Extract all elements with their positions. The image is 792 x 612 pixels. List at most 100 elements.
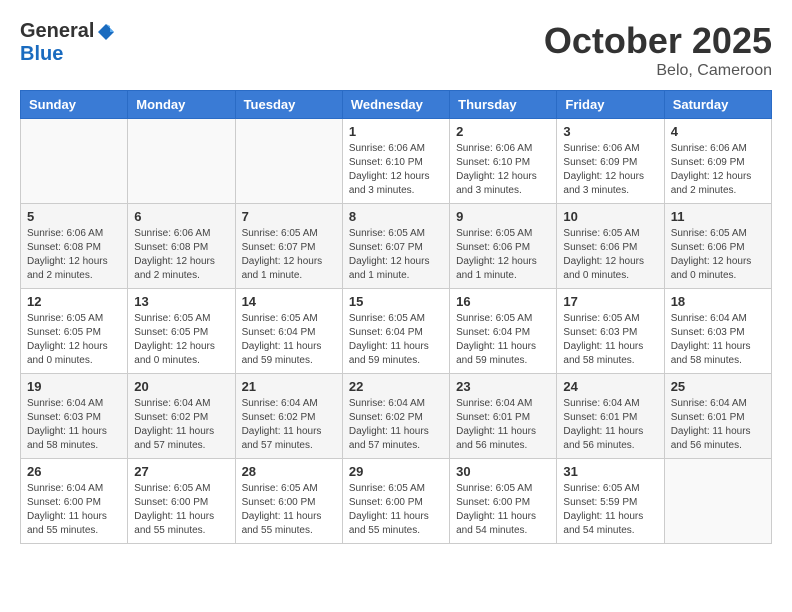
month-title: October 2025 Belo, Cameroon (544, 20, 772, 80)
day-info: Sunrise: 6:04 AM Sunset: 6:03 PM Dayligh… (671, 312, 765, 368)
logo-blue: Blue (20, 43, 63, 66)
day-number: 6 (134, 209, 228, 224)
day-number: 1 (349, 124, 443, 139)
day-number: 8 (349, 209, 443, 224)
calendar-cell: 17 Sunrise: 6:05 AM Sunset: 6:03 PM Dayli… (557, 289, 664, 374)
calendar-header-tuesday: Tuesday (235, 91, 342, 119)
day-number: 21 (242, 379, 336, 394)
day-number: 17 (563, 294, 657, 309)
calendar-header-saturday: Saturday (664, 91, 771, 119)
day-info: Sunrise: 6:05 AM Sunset: 6:05 PM Dayligh… (27, 312, 121, 368)
calendar-header-friday: Friday (557, 91, 664, 119)
calendar-cell: 21 Sunrise: 6:04 AM Sunset: 6:02 PM Dayli… (235, 374, 342, 459)
calendar-week-row: 5 Sunrise: 6:06 AM Sunset: 6:08 PM Daylig… (21, 204, 772, 289)
day-info: Sunrise: 6:05 AM Sunset: 6:04 PM Dayligh… (349, 312, 443, 368)
day-info: Sunrise: 6:05 AM Sunset: 6:06 PM Dayligh… (456, 227, 550, 283)
day-number: 31 (563, 464, 657, 479)
calendar: SundayMondayTuesdayWednesdayThursdayFrid… (20, 90, 772, 544)
calendar-cell: 9 Sunrise: 6:05 AM Sunset: 6:06 PM Daylig… (450, 204, 557, 289)
day-info: Sunrise: 6:04 AM Sunset: 6:02 PM Dayligh… (349, 397, 443, 453)
calendar-cell: 8 Sunrise: 6:05 AM Sunset: 6:07 PM Daylig… (342, 204, 449, 289)
day-number: 25 (671, 379, 765, 394)
day-number: 22 (349, 379, 443, 394)
day-number: 26 (27, 464, 121, 479)
day-info: Sunrise: 6:05 AM Sunset: 6:06 PM Dayligh… (563, 227, 657, 283)
calendar-header-sunday: Sunday (21, 91, 128, 119)
day-info: Sunrise: 6:06 AM Sunset: 6:10 PM Dayligh… (456, 142, 550, 198)
day-info: Sunrise: 6:05 AM Sunset: 6:07 PM Dayligh… (242, 227, 336, 283)
day-info: Sunrise: 6:05 AM Sunset: 6:00 PM Dayligh… (456, 482, 550, 538)
calendar-header-wednesday: Wednesday (342, 91, 449, 119)
day-number: 10 (563, 209, 657, 224)
calendar-cell: 2 Sunrise: 6:06 AM Sunset: 6:10 PM Daylig… (450, 119, 557, 204)
day-number: 16 (456, 294, 550, 309)
calendar-cell: 25Sunrise: 6:04 AM Sunset: 6:01 PM Dayli… (664, 374, 771, 459)
day-number: 14 (242, 294, 336, 309)
calendar-cell: 22 Sunrise: 6:04 AM Sunset: 6:02 PM Dayli… (342, 374, 449, 459)
day-number: 2 (456, 124, 550, 139)
day-info: Sunrise: 6:04 AM Sunset: 6:01 PM Dayligh… (456, 397, 550, 453)
day-info: Sunrise: 6:04 AM Sunset: 6:02 PM Dayligh… (134, 397, 228, 453)
day-info: Sunrise: 6:04 AM Sunset: 6:01 PM Dayligh… (563, 397, 657, 453)
day-info: Sunrise: 6:06 AM Sunset: 6:09 PM Dayligh… (563, 142, 657, 198)
calendar-cell: 12 Sunrise: 6:05 AM Sunset: 6:05 PM Dayli… (21, 289, 128, 374)
day-info: Sunrise: 6:05 AM Sunset: 5:59 PM Dayligh… (563, 482, 657, 538)
calendar-cell: 3 Sunrise: 6:06 AM Sunset: 6:09 PM Daylig… (557, 119, 664, 204)
calendar-header-thursday: Thursday (450, 91, 557, 119)
day-number: 23 (456, 379, 550, 394)
calendar-cell: 29 Sunrise: 6:05 AM Sunset: 6:00 PM Dayli… (342, 459, 449, 544)
month-year: October 2025 (544, 20, 772, 62)
calendar-cell (21, 119, 128, 204)
calendar-cell: 15Sunrise: 6:05 AM Sunset: 6:04 PM Dayli… (342, 289, 449, 374)
logo-general: General (20, 20, 94, 43)
day-info: Sunrise: 6:05 AM Sunset: 6:05 PM Dayligh… (134, 312, 228, 368)
calendar-week-row: 12 Sunrise: 6:05 AM Sunset: 6:05 PM Dayli… (21, 289, 772, 374)
day-number: 29 (349, 464, 443, 479)
day-number: 27 (134, 464, 228, 479)
day-info: Sunrise: 6:06 AM Sunset: 6:08 PM Dayligh… (134, 227, 228, 283)
day-number: 28 (242, 464, 336, 479)
calendar-cell: 10 Sunrise: 6:05 AM Sunset: 6:06 PM Dayli… (557, 204, 664, 289)
day-number: 11 (671, 209, 765, 224)
calendar-header-monday: Monday (128, 91, 235, 119)
calendar-week-row: 1 Sunrise: 6:06 AM Sunset: 6:10 PM Daylig… (21, 119, 772, 204)
day-info: Sunrise: 6:05 AM Sunset: 6:00 PM Dayligh… (349, 482, 443, 538)
day-number: 24 (563, 379, 657, 394)
day-number: 7 (242, 209, 336, 224)
day-number: 12 (27, 294, 121, 309)
calendar-cell: 26Sunrise: 6:04 AM Sunset: 6:00 PM Dayli… (21, 459, 128, 544)
day-info: Sunrise: 6:05 AM Sunset: 6:00 PM Dayligh… (242, 482, 336, 538)
calendar-cell: 24 Sunrise: 6:04 AM Sunset: 6:01 PM Dayli… (557, 374, 664, 459)
calendar-cell: 11 Sunrise: 6:05 AM Sunset: 6:06 PM Dayli… (664, 204, 771, 289)
page-header: General Blue October 2025 Belo, Cameroon (20, 20, 772, 80)
location: Belo, Cameroon (544, 62, 772, 80)
day-number: 13 (134, 294, 228, 309)
calendar-cell: 14Sunrise: 6:05 AM Sunset: 6:04 PM Dayli… (235, 289, 342, 374)
calendar-cell: 4 Sunrise: 6:06 AM Sunset: 6:09 PM Daylig… (664, 119, 771, 204)
calendar-cell: 20 Sunrise: 6:04 AM Sunset: 6:02 PM Dayli… (128, 374, 235, 459)
day-number: 5 (27, 209, 121, 224)
day-info: Sunrise: 6:05 AM Sunset: 6:03 PM Dayligh… (563, 312, 657, 368)
calendar-cell: 18 Sunrise: 6:04 AM Sunset: 6:03 PM Dayli… (664, 289, 771, 374)
day-number: 9 (456, 209, 550, 224)
calendar-cell: 6 Sunrise: 6:06 AM Sunset: 6:08 PM Daylig… (128, 204, 235, 289)
calendar-cell: 30 Sunrise: 6:05 AM Sunset: 6:00 PM Dayli… (450, 459, 557, 544)
day-info: Sunrise: 6:05 AM Sunset: 6:07 PM Dayligh… (349, 227, 443, 283)
day-info: Sunrise: 6:06 AM Sunset: 6:09 PM Dayligh… (671, 142, 765, 198)
logo-icon (96, 22, 116, 42)
day-number: 3 (563, 124, 657, 139)
day-info: Sunrise: 6:04 AM Sunset: 6:02 PM Dayligh… (242, 397, 336, 453)
day-number: 30 (456, 464, 550, 479)
calendar-cell: 28 Sunrise: 6:05 AM Sunset: 6:00 PM Dayli… (235, 459, 342, 544)
calendar-cell: 1 Sunrise: 6:06 AM Sunset: 6:10 PM Daylig… (342, 119, 449, 204)
calendar-cell: 19Sunrise: 6:04 AM Sunset: 6:03 PM Dayli… (21, 374, 128, 459)
day-number: 20 (134, 379, 228, 394)
day-info: Sunrise: 6:06 AM Sunset: 6:10 PM Dayligh… (349, 142, 443, 198)
day-info: Sunrise: 6:05 AM Sunset: 6:04 PM Dayligh… (456, 312, 550, 368)
calendar-cell: 5Sunrise: 6:06 AM Sunset: 6:08 PM Daylig… (21, 204, 128, 289)
day-number: 18 (671, 294, 765, 309)
calendar-cell: 31 Sunrise: 6:05 AM Sunset: 5:59 PM Dayli… (557, 459, 664, 544)
calendar-week-row: 26Sunrise: 6:04 AM Sunset: 6:00 PM Dayli… (21, 459, 772, 544)
day-number: 4 (671, 124, 765, 139)
day-info: Sunrise: 6:05 AM Sunset: 6:06 PM Dayligh… (671, 227, 765, 283)
